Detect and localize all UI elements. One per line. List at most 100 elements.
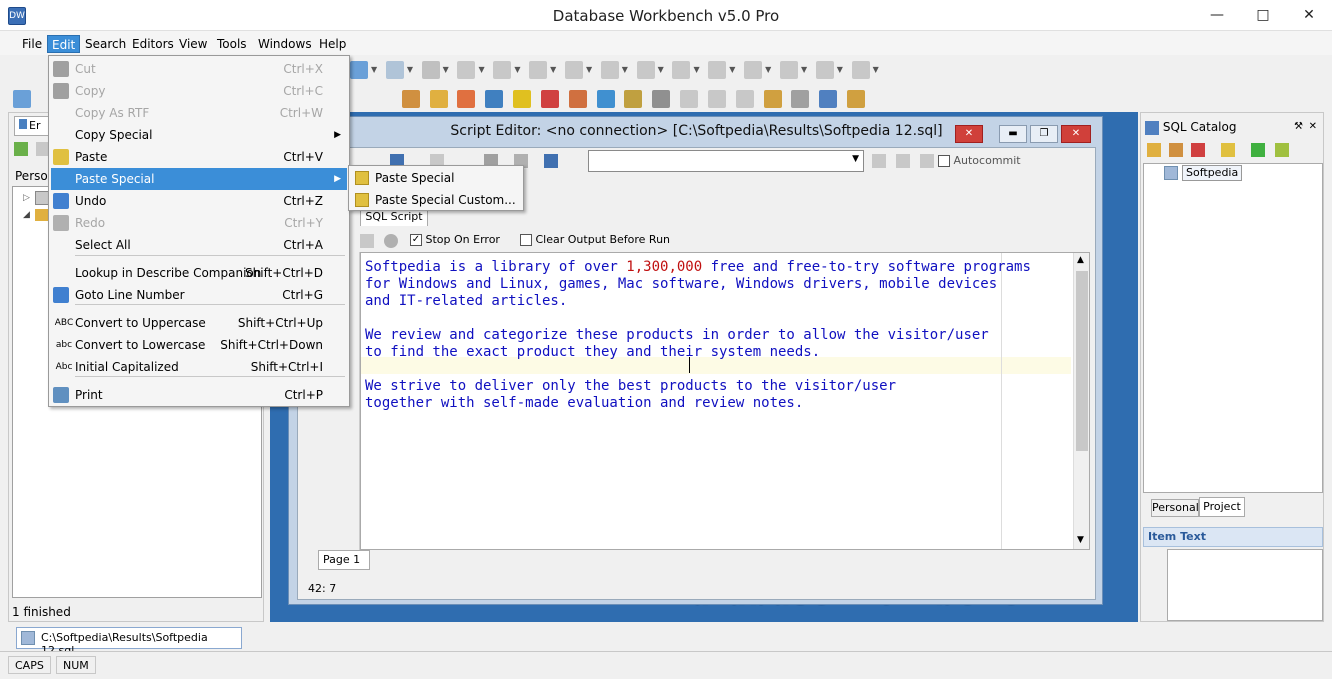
left-add-icon[interactable] (14, 142, 28, 156)
edit-menu-item-lookup-in-describe-companion[interactable]: Lookup in Describe Companion Shift+Ctrl+D (51, 262, 347, 284)
edit-menu-item-copy[interactable]: Copy Ctrl+C (51, 80, 347, 102)
catalog-run-icon[interactable] (1251, 143, 1265, 157)
scrollbar-thumb[interactable] (1076, 271, 1088, 451)
edit-menu-item-convert-to-lowercase[interactable]: abc Convert to Lowercase Shift+Ctrl+Down (51, 334, 347, 356)
menu-windows[interactable]: Windows (254, 35, 316, 53)
chevron-down-icon[interactable]: ▼ (371, 61, 379, 79)
refresh-icon[interactable] (920, 154, 934, 168)
chevron-up-icon[interactable]: ▲ (1077, 255, 1084, 265)
toolbar-import-icon[interactable] (485, 90, 504, 108)
chevron-down-icon[interactable]: ▼ (514, 61, 522, 79)
toolbar-role-icon[interactable] (779, 61, 798, 79)
menu-file[interactable]: File (18, 35, 46, 53)
toolbar-report-icon[interactable] (568, 90, 587, 108)
toolbar-options-icon[interactable] (851, 61, 870, 79)
edit-menu-item-goto-line-number[interactable]: Goto Line Number Ctrl+G (51, 284, 347, 306)
toolbar-check-icon[interactable] (735, 90, 754, 108)
chevron-down-icon[interactable]: ▼ (586, 61, 594, 79)
editor-restore-icon[interactable]: ❐ (1030, 125, 1058, 143)
clear-output-checkbox[interactable]: Clear Output Before Run (520, 233, 670, 246)
sql-editor[interactable]: Softpedia is a library of over 1,300,000… (360, 252, 1090, 550)
menu-view[interactable]: View (175, 35, 211, 53)
edit-menu-item-undo[interactable]: Undo Ctrl+Z (51, 190, 347, 212)
pin-icon[interactable]: ⚒ (1294, 117, 1303, 137)
chevron-down-icon[interactable]: ▼ (550, 61, 558, 79)
chevron-down-icon[interactable]: ▼ (407, 61, 415, 79)
edit-menu-item-copy-special[interactable]: Copy Special ▶ (51, 124, 347, 146)
menu-tools[interactable]: Tools (213, 35, 251, 53)
edit-menu-item-convert-to-uppercase[interactable]: ABC Convert to Uppercase Shift+Ctrl+Up (51, 312, 347, 334)
toolbar-pen-icon[interactable] (540, 90, 559, 108)
submenu-paste-special-custom[interactable]: Paste Special Custom... (351, 190, 521, 210)
toolbar-window-icon[interactable] (791, 90, 810, 108)
toolbar-proc-icon[interactable] (529, 61, 548, 79)
toolbar-trigger-icon[interactable] (564, 61, 583, 79)
chevron-down-icon[interactable]: ▼ (478, 61, 486, 79)
edit-menu-item-cut[interactable]: Cut Ctrl+X (51, 58, 347, 80)
toolbar-calendar-icon[interactable] (847, 90, 866, 108)
toolbar-view-icon[interactable] (493, 61, 512, 79)
edit-menu-item-redo[interactable]: Redo Ctrl+Y (51, 212, 347, 234)
toolbar-script-icon[interactable] (350, 61, 368, 79)
taskbar-document[interactable]: C:\Softpedia\Results\Softpedia 12.sql (16, 627, 242, 657)
toolbar-debug-icon[interactable] (652, 90, 671, 108)
print-icon[interactable] (13, 90, 31, 108)
close-icon[interactable]: ✕ (1286, 0, 1332, 31)
item-text-area[interactable] (1167, 549, 1323, 621)
toolbar-domain-icon[interactable] (636, 61, 655, 79)
tab-personal[interactable]: Personal (1151, 499, 1199, 517)
edit-menu-item-print[interactable]: Print Ctrl+P (51, 384, 347, 406)
tab-page-1[interactable]: Page 1 (318, 550, 370, 570)
toolbar-edit-icon[interactable] (401, 90, 420, 108)
toolbar-db-icon[interactable] (457, 61, 476, 79)
edit-menu-item-paste[interactable]: Paste Ctrl+V (51, 146, 347, 168)
toolbar-note-icon[interactable] (624, 90, 643, 108)
tab-project[interactable]: Project (1199, 497, 1245, 517)
editor-close-all-icon[interactable]: ✕ (955, 125, 983, 143)
menu-edit[interactable]: Edit (47, 35, 81, 53)
toolbar-export-icon[interactable] (457, 90, 476, 108)
menu-editors[interactable]: Editors (128, 35, 178, 53)
chevron-right-icon[interactable]: ▷ (23, 193, 30, 203)
chevron-down-icon[interactable]: ▼ (837, 61, 845, 79)
catalog-item-softpedia[interactable]: Softpedia (1182, 165, 1243, 181)
toolbar-step-icon[interactable] (680, 90, 699, 108)
toolbar-tools-icon[interactable] (815, 61, 834, 79)
chevron-down-icon[interactable]: ▼ (873, 61, 881, 79)
chevron-down-icon[interactable]: ▼ (1077, 535, 1084, 545)
toolbar-exception-icon[interactable] (708, 61, 727, 79)
catalog-new-icon[interactable] (1147, 143, 1161, 157)
toolbar-folder-icon[interactable] (763, 90, 782, 108)
toolbar-seq-icon[interactable] (672, 61, 691, 79)
maximize-icon[interactable]: □ (1240, 0, 1286, 31)
vertical-scrollbar[interactable]: ▲ ▼ (1073, 253, 1089, 549)
connection-select[interactable]: ▼ (588, 150, 864, 172)
edit-menu-item-initial-capitalized[interactable]: Abc Initial Capitalized Shift+Ctrl+I (51, 356, 347, 378)
edit-menu-item-copy-as-rtf[interactable]: Copy As RTF Ctrl+W (51, 102, 347, 124)
chevron-down-icon[interactable]: ◢ (23, 210, 30, 220)
toolbar-sql-icon[interactable] (819, 90, 838, 108)
chevron-down-icon[interactable]: ▼ (765, 61, 773, 79)
catalog-tree[interactable]: Softpedia (1143, 163, 1323, 493)
editor-minimize-icon[interactable]: ▬ (999, 125, 1027, 143)
toolbar-grid-icon[interactable] (421, 61, 440, 79)
menu-help[interactable]: Help (315, 35, 350, 53)
minimize-icon[interactable]: — (1194, 0, 1240, 31)
autocommit-checkbox[interactable]: Autocommit (938, 154, 1021, 167)
chevron-down-icon[interactable]: ▼ (729, 61, 737, 79)
catalog-run-all-icon[interactable] (1275, 143, 1289, 157)
submenu-paste-special[interactable]: Paste Special (351, 168, 521, 188)
toolbar-watch-icon[interactable] (707, 90, 726, 108)
script-stop-icon[interactable] (384, 234, 398, 248)
stop-on-error-checkbox[interactable]: ✓ Stop On Error (410, 233, 500, 246)
close-icon[interactable]: ✕ (1309, 117, 1317, 137)
commit-icon[interactable] (872, 154, 886, 168)
save-as-icon[interactable] (544, 154, 558, 168)
script-run-icon[interactable] (360, 234, 374, 248)
chevron-down-icon[interactable]: ▼ (801, 61, 809, 79)
catalog-edit-icon[interactable] (1169, 143, 1183, 157)
catalog-folder-icon[interactable] (1221, 143, 1235, 157)
editor-close-icon[interactable]: ✕ (1061, 125, 1091, 143)
edit-menu-item-select-all[interactable]: Select All Ctrl+A (51, 234, 347, 256)
toolbar-find-icon[interactable] (429, 90, 448, 108)
